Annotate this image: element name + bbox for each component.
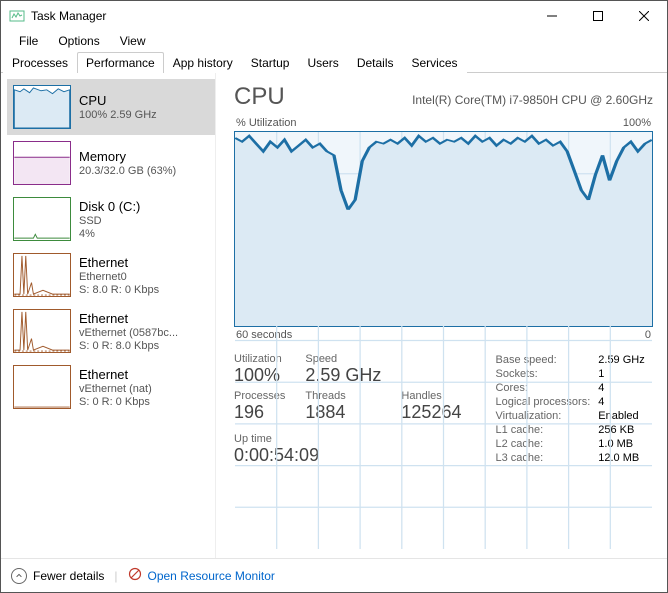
minimize-button[interactable] [529, 1, 575, 31]
sidebar-item-title: CPU [79, 93, 207, 108]
open-resource-monitor-link[interactable]: Open Resource Monitor [128, 567, 275, 584]
menu-options[interactable]: Options [48, 32, 109, 50]
sidebar-item-sub2: S: 0 R: 8.0 Kbps [79, 340, 207, 352]
sidebar-item-ethernet[interactable]: EthernetvEthernet (nat)S: 0 R: 0 Kbps [7, 359, 215, 415]
tab-app-history[interactable]: App history [164, 52, 242, 73]
tabbar: Processes Performance App history Startu… [1, 51, 667, 73]
sidebar-item-sub: vEthernet (nat) [79, 383, 207, 395]
thumbnail-chart [13, 141, 71, 185]
tab-details[interactable]: Details [348, 52, 403, 73]
fewer-details-button[interactable]: Fewer details [11, 568, 104, 584]
sidebar-item-title: Ethernet [79, 311, 207, 326]
thumbnail-chart [13, 365, 71, 409]
menubar: File Options View [1, 31, 667, 51]
tab-startup[interactable]: Startup [242, 52, 299, 73]
footer: Fewer details | Open Resource Monitor [1, 558, 667, 592]
sidebar-item-cpu[interactable]: CPU100% 2.59 GHz [7, 79, 215, 135]
tab-processes[interactable]: Processes [3, 52, 77, 73]
sidebar-item-sub: SSD [79, 215, 207, 227]
main-pane: CPU Intel(R) Core(TM) i7-9850H CPU @ 2.6… [216, 73, 667, 558]
tab-users[interactable]: Users [298, 52, 347, 73]
sidebar-item-sub: Ethernet0 [79, 271, 207, 283]
sidebar-item-title: Ethernet [79, 367, 207, 382]
cpu-model: Intel(R) Core(TM) i7-9850H CPU @ 2.60GHz [412, 93, 653, 107]
titlebar: Task Manager [1, 1, 667, 31]
sidebar-item-disk-0-c-[interactable]: Disk 0 (C:)SSD4% [7, 191, 215, 247]
chart-ymax: 100% [623, 117, 651, 129]
sidebar-item-sub: 20.3/32.0 GB (63%) [79, 165, 207, 177]
sidebar-item-sub2: 4% [79, 228, 207, 240]
thumbnail-chart [13, 85, 71, 129]
sidebar-item-sub: vEthernet (0587bc... [79, 327, 207, 339]
sidebar-item-sub: 100% 2.59 GHz [79, 109, 207, 121]
resource-monitor-icon [128, 567, 142, 584]
sidebar-item-title: Disk 0 (C:) [79, 199, 207, 214]
thumbnail-chart [13, 309, 71, 353]
sidebar: CPU100% 2.59 GHzMemory20.3/32.0 GB (63%)… [1, 73, 216, 558]
footer-separator: | [114, 569, 117, 583]
chevron-up-icon [11, 568, 27, 584]
open-resource-monitor-label: Open Resource Monitor [148, 569, 275, 583]
menu-view[interactable]: View [110, 32, 156, 50]
sidebar-item-sub2: S: 8.0 R: 0 Kbps [79, 284, 207, 296]
window-title: Task Manager [31, 9, 529, 23]
sidebar-item-sub2: S: 0 R: 0 Kbps [79, 396, 207, 408]
sidebar-item-ethernet[interactable]: EthernetEthernet0S: 8.0 R: 0 Kbps [7, 247, 215, 303]
main-title: CPU [234, 83, 285, 111]
sidebar-item-title: Memory [79, 149, 207, 164]
sidebar-item-title: Ethernet [79, 255, 207, 270]
close-button[interactable] [621, 1, 667, 31]
tab-services[interactable]: Services [403, 52, 467, 73]
cpu-chart [234, 131, 653, 327]
maximize-button[interactable] [575, 1, 621, 31]
menu-file[interactable]: File [9, 32, 48, 50]
app-icon [9, 8, 25, 24]
sidebar-item-ethernet[interactable]: EthernetvEthernet (0587bc...S: 0 R: 8.0 … [7, 303, 215, 359]
sidebar-item-memory[interactable]: Memory20.3/32.0 GB (63%) [7, 135, 215, 191]
tab-performance[interactable]: Performance [77, 52, 164, 73]
thumbnail-chart [13, 253, 71, 297]
thumbnail-chart [13, 197, 71, 241]
chart-ylabel: % Utilization [236, 117, 297, 129]
fewer-details-label: Fewer details [33, 569, 104, 583]
